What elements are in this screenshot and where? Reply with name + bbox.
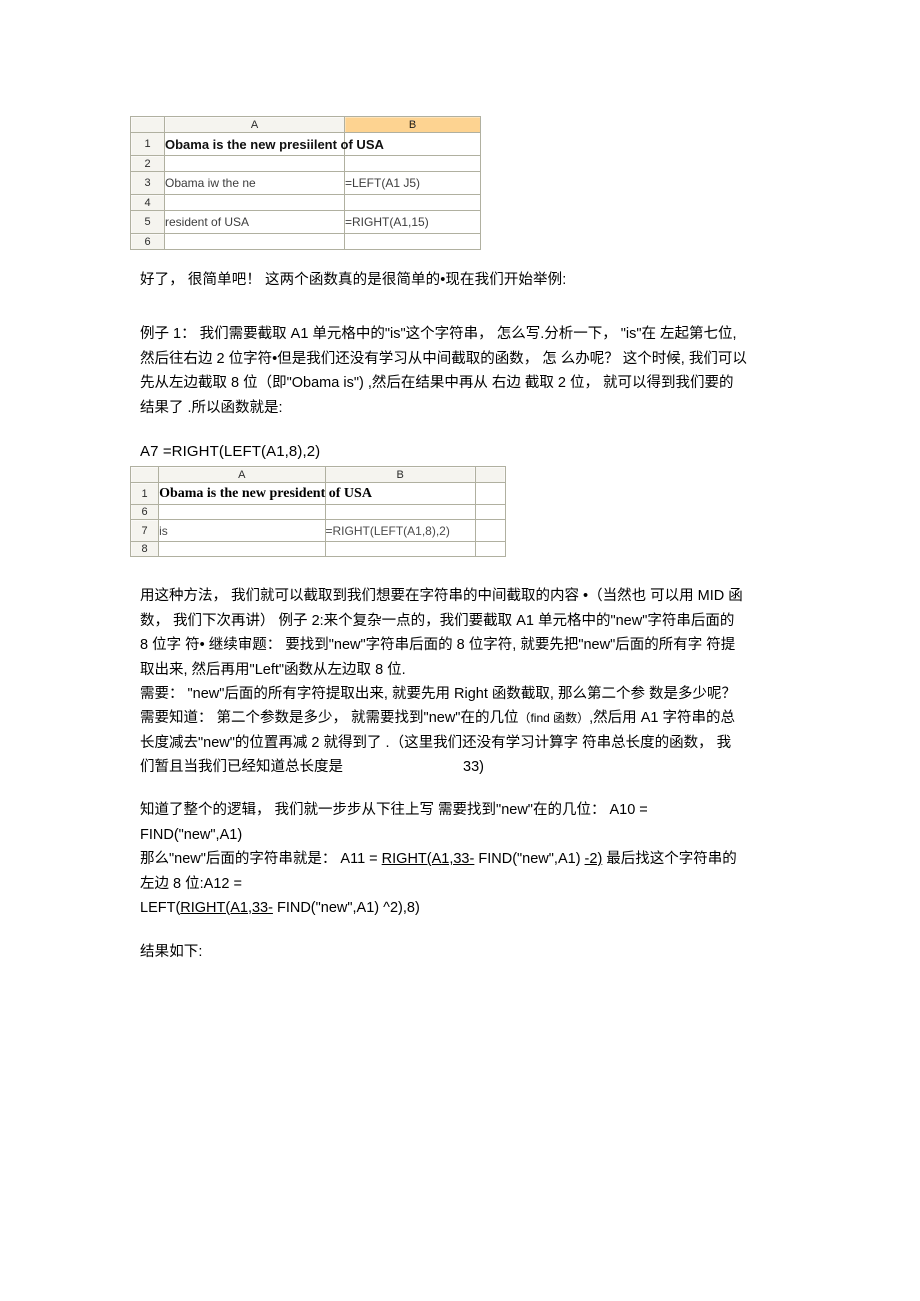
need-line-1-part-a: 需要知道： 第二个参数是多少， 就需要找到"new"在的几位 [140, 710, 519, 726]
need-line-1: 需要知道： 第二个参数是多少， 就需要找到"new"在的几位（find 函数）,… [140, 706, 870, 731]
cell-a8[interactable] [158, 541, 326, 557]
example2-line-4: 取出来, 然后再用"Left"函数从左边取 8 位. [140, 661, 406, 678]
table-row[interactable]: 1 Obama is the new president of USA [129, 482, 507, 505]
table-header-row: A B [129, 466, 507, 483]
row-header-1[interactable]: 1 [130, 132, 165, 156]
paragraph-need-to-know: 需要知道： 第二个参数是多少， 就需要找到"new"在的几位（find 函数）,… [140, 706, 870, 780]
cell-b6[interactable] [324, 504, 476, 520]
row-header-8[interactable]: 8 [129, 541, 160, 557]
cell-b7[interactable]: =RIGHT(LEFT(A1,8),2) [324, 519, 476, 542]
cell-b6[interactable] [344, 233, 481, 250]
document-page: A B 1 Obama is the new presiilent of USA… [0, 0, 920, 1301]
table-row[interactable]: 7 is =RIGHT(LEFT(A1,8),2) [129, 519, 507, 542]
sheet-corner-cell[interactable] [129, 466, 160, 483]
row-header-6[interactable]: 6 [130, 233, 165, 250]
excel-table-2[interactable]: A B 1 Obama is the new president of USA … [129, 466, 507, 557]
cell-a6[interactable] [164, 233, 345, 250]
cell-c8[interactable] [474, 541, 507, 557]
cell-a4[interactable] [164, 194, 345, 211]
example1-line-1: 例子 1： 我们需要截取 A1 单元格中的"is"这个字符串， 怎么写.分析一下… [140, 326, 737, 342]
example1-line-2: 然后往右边 2 位字符•但是我们还没有学习从中间截取的函数， 怎 么办呢？ 这个… [140, 350, 747, 367]
cell-b2[interactable] [344, 155, 481, 172]
example1-line-3: 先从左边截取 8 位（即"Obama is") ,然后在结果中再从 右边 截取 … [140, 375, 734, 391]
cell-b4[interactable] [344, 194, 481, 211]
example1-line-4: 结果了 .所以函数就是: [140, 399, 283, 416]
need-line-3-part-a: 们暂且当我们已经知道总长度是 [140, 759, 343, 775]
formula-a7: A7 =RIGHT(LEFT(A1,8),2) [140, 443, 321, 460]
cell-a1[interactable]: Obama is the new president of USA [158, 482, 372, 505]
logic-line-5-underline: RIGHT(A1,33- [180, 900, 273, 916]
logic-line-3-underline-2: -2) [584, 851, 603, 867]
need-line-3: 们暂且当我们已经知道总长度是 33) [140, 755, 870, 780]
cell-a6[interactable] [158, 504, 326, 520]
logic-line-1: 知道了整个的逻辑， 我们就一步步从下往上写 需要找到"new"在的几位： A10… [140, 802, 648, 818]
example2-line-1: 用这种方法， 我们就可以截取到我们想要在字符串的中间截取的内容 •（当然也 可以… [140, 588, 743, 604]
cell-a2[interactable] [164, 155, 345, 172]
logic-line-4: 左边 8 位:A12 = [140, 875, 242, 892]
cell-c1[interactable] [474, 482, 507, 505]
logic-line-3-part-a: 那么"new"后面的字符串就是： A11 = [140, 851, 382, 867]
excel-table-1[interactable]: A B 1 Obama is the new presiilent of USA… [130, 116, 481, 250]
cell-a1[interactable]: Obama is the new presiilent of USA [164, 132, 384, 156]
logic-line-2: FIND("new",A1) [140, 826, 243, 843]
table-row[interactable]: 5 resident of USA =RIGHT(A1,15) [130, 210, 481, 234]
table-row[interactable]: 1 Obama is the new presiilent of USA [130, 132, 481, 156]
logic-line-5-part-a: LEFT( [140, 900, 181, 916]
sheet-corner-cell[interactable] [130, 116, 165, 133]
cell-c6[interactable] [474, 504, 507, 520]
row-header-5[interactable]: 5 [130, 210, 165, 234]
table-row[interactable]: 4 [130, 194, 481, 211]
row-header-4[interactable]: 4 [130, 194, 165, 211]
paragraph-example-1: 例子 1： 我们需要截取 A1 单元格中的"is"这个字符串， 怎么写.分析一下… [140, 322, 870, 420]
cell-a3[interactable]: Obama iw the ne [164, 171, 345, 195]
paragraph-intro: 好了， 很简单吧！ 这两个函数真的是很简单的•现在我们开始举例: [140, 272, 567, 288]
table-row[interactable]: 6 [130, 233, 481, 250]
example2-line-5: 需要： "new"后面的所有字符提取出来, 就要先用 Right 函数截取, 那… [140, 686, 736, 702]
logic-line-3-underline-1: RIGHT(A1,33- [381, 851, 475, 867]
row-header-2[interactable]: 2 [130, 155, 165, 172]
table-row[interactable]: 2 [130, 155, 481, 172]
table-row[interactable]: 3 Obama iw the ne =LEFT(A1 J5) [130, 171, 481, 195]
paragraph-logic: 知道了整个的逻辑， 我们就一步步从下往上写 需要找到"new"在的几位： A10… [140, 798, 870, 921]
table-row[interactable]: 8 [129, 541, 507, 557]
logic-line-3-part-c: 最后找这个字符串的 [602, 851, 737, 867]
cell-a5[interactable]: resident of USA [164, 210, 345, 234]
row-header-3[interactable]: 3 [130, 171, 165, 195]
paragraph-example-2: 用这种方法， 我们就可以截取到我们想要在字符串的中间截取的内容 •（当然也 可以… [140, 584, 870, 707]
cell-c7[interactable] [474, 519, 507, 542]
column-header-b[interactable]: B [344, 116, 481, 133]
total-length-value: 33) [463, 759, 484, 775]
row-header-6[interactable]: 6 [129, 504, 160, 520]
cell-b3[interactable]: =LEFT(A1 J5) [344, 171, 481, 195]
row-header-7[interactable]: 7 [129, 519, 160, 542]
example2-line-3: 8 位字 符• 继续审题： 要找到"new"字符串后面的 8 位字符, 就要先把… [140, 637, 736, 653]
logic-line-5-part-b: FIND("new",A1) ^2),8) [272, 900, 420, 916]
logic-line-3-part-b: FIND("new",A1) [474, 851, 585, 867]
cell-b5[interactable]: =RIGHT(A1,15) [344, 210, 481, 234]
column-header-c[interactable] [474, 466, 507, 483]
cell-a7[interactable]: is [158, 519, 326, 542]
row-header-1[interactable]: 1 [129, 482, 160, 505]
example2-line-2: 数， 我们下次再讲） 例子 2:来个复杂一点的，我们要截取 A1 单元格中的"n… [140, 612, 735, 629]
need-line-2: 长度减去"new"的位置再减 2 就得到了 .（这里我们还没有学习计算字 符串总… [140, 734, 732, 751]
column-header-a[interactable]: A [158, 466, 326, 483]
column-header-a[interactable]: A [164, 116, 345, 133]
logic-line-5: LEFT(RIGHT(A1,33- FIND("new",A1) ^2),8) [140, 896, 870, 921]
logic-line-3: 那么"new"后面的字符串就是： A11 = RIGHT(A1,33- FIND… [140, 847, 870, 872]
table-header-row: A B [130, 116, 481, 133]
need-line-1-part-c: ,然后用 A1 字符串的总 [589, 710, 735, 726]
cell-b8[interactable] [324, 541, 476, 557]
need-line-1-find-note: （find 函数） [518, 711, 590, 725]
result-label: 结果如下: [140, 944, 203, 960]
table-row[interactable]: 6 [129, 504, 507, 520]
column-header-b[interactable]: B [324, 466, 476, 483]
